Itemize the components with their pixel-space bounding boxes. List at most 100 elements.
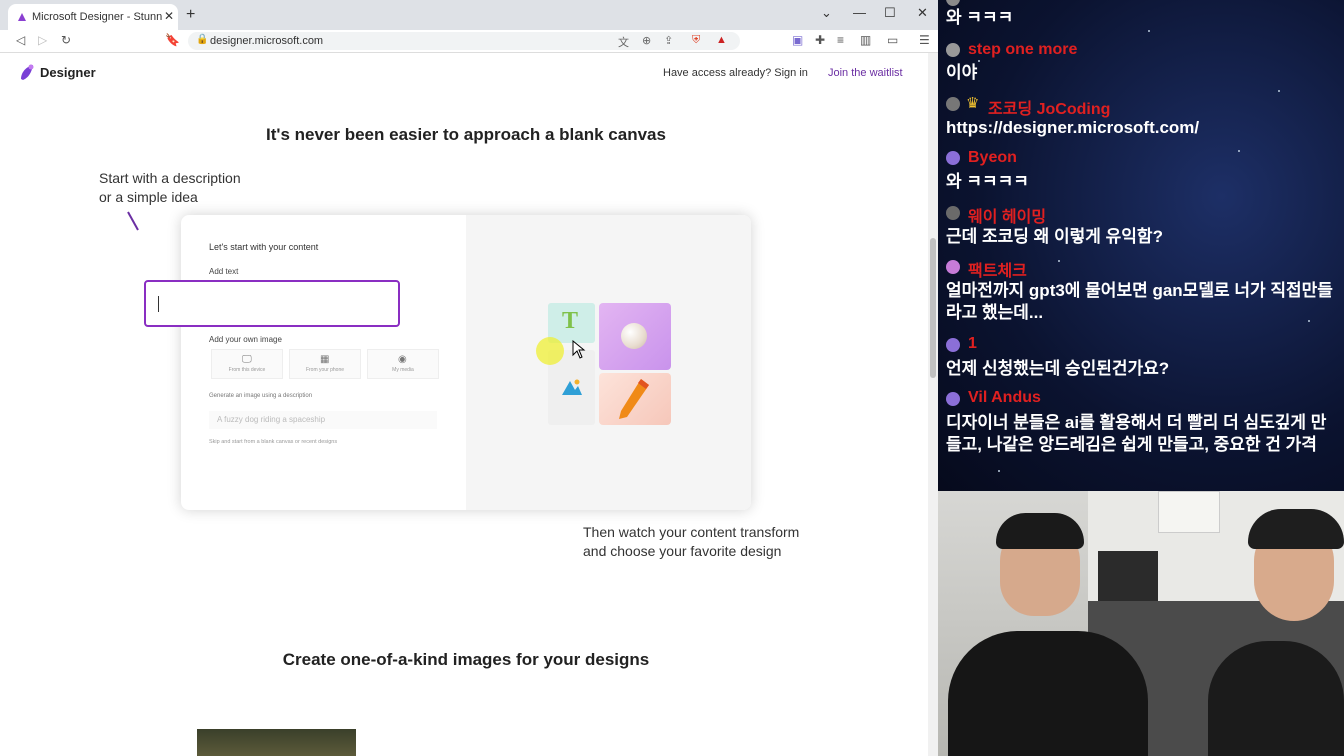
zoom-icon[interactable]: ⊕	[642, 34, 651, 47]
mouse-pointer-icon	[572, 340, 586, 359]
avatar	[946, 97, 960, 111]
add-text-input[interactable]	[144, 280, 400, 327]
window	[1158, 491, 1220, 533]
transform-text: Then watch your content transform and ch…	[583, 523, 799, 561]
crown-icon: ♛	[966, 95, 980, 112]
extensions-puzzle-icon[interactable]: ✚	[815, 33, 825, 47]
chat-username: 팩트체크	[968, 263, 1027, 280]
designer-logo-icon	[21, 64, 34, 80]
bookmark-icon[interactable]: 🔖	[165, 33, 180, 47]
avatar	[946, 260, 960, 274]
tab-close-icon[interactable]: ✕	[164, 9, 174, 23]
sphere-icon	[621, 323, 647, 349]
sidebar-icon[interactable]: ▥	[860, 33, 871, 47]
chat-message: 이야	[946, 63, 978, 82]
description-line-2: or a simple idea	[99, 189, 198, 205]
wallet-icon[interactable]: ▭	[887, 33, 898, 47]
chat-username: Vil Andus	[968, 389, 1041, 406]
chat-message: 와 ㅋㅋㅋ	[946, 8, 1014, 27]
extension-icon[interactable]: ▣	[792, 33, 803, 47]
arrow-stroke-icon	[127, 211, 139, 231]
chat-message: 언제 신청했는데 승인된건가요?	[946, 359, 1170, 378]
designer-favicon-icon	[18, 13, 26, 21]
chat-message: 근데 조코딩 왜 이렇게 유익함?	[946, 227, 1163, 246]
card-title: Let's start with your content	[209, 242, 319, 252]
chat-message: 얼마전까지 gpt3에 물어보면 gan모델로 너가 직접만들라고 했는데...	[946, 281, 1333, 322]
tab-search-icon[interactable]: ⌄	[821, 5, 832, 21]
forward-icon[interactable]: ▷	[38, 33, 47, 47]
sample-image	[197, 729, 356, 756]
from-device-option[interactable]: 🖵 From this device	[211, 349, 283, 379]
translate-icon[interactable]: 文	[618, 34, 629, 50]
person-right-body	[1208, 641, 1344, 756]
option-label: From this device	[228, 367, 266, 373]
chat-username: 1	[968, 335, 977, 352]
back-icon[interactable]: ◁	[16, 33, 25, 47]
web-page: Designer Have access already? Sign in Jo…	[0, 53, 928, 756]
add-image-label: Add your own image	[209, 335, 282, 344]
reading-list-icon[interactable]: ≡	[837, 33, 844, 47]
description-text: Start with a description or a simple ide…	[99, 169, 241, 207]
generate-label: Generate an image using a description	[209, 393, 313, 399]
stream-chat: 와 ㅋㅋㅋ step one more 이야 ♛ 조코딩 JoCoding ht…	[938, 0, 1344, 491]
maximize-icon[interactable]: ☐	[884, 5, 896, 21]
brand-name: Designer	[40, 65, 96, 80]
brave-shield-icon[interactable]: ⛨	[692, 34, 700, 47]
join-waitlist-link[interactable]: Join the waitlist	[828, 67, 903, 79]
browser-tab[interactable]: Microsoft Designer - Stunning designs ✕	[8, 4, 178, 30]
avatar	[946, 338, 960, 352]
person-left-body	[948, 631, 1148, 756]
transform-line-2: and choose your favorite design	[583, 543, 782, 559]
text-caret	[158, 296, 159, 312]
section-heading: It's never been easier to approach a bla…	[266, 125, 666, 144]
from-phone-option[interactable]: ▦ From your phone	[289, 349, 361, 379]
browser-toolbar: ◁ ▷ ↻ 🔖 🔒 designer.microsoft.com 文 ⊕ ⇪ ⛨…	[0, 30, 938, 53]
option-label: My media	[392, 367, 414, 373]
avatar	[946, 392, 960, 406]
option-label: From your phone	[305, 367, 345, 373]
avatar	[946, 206, 960, 220]
sign-in-link[interactable]: Have access already? Sign in	[663, 67, 808, 79]
scrollbar[interactable]	[928, 53, 938, 756]
chat-message: 와 ㅋㅋㅋㅋ	[946, 172, 1029, 191]
tab-title: Microsoft Designer - Stunning designs	[32, 11, 162, 23]
url-text: designer.microsoft.com	[210, 35, 324, 47]
chat-username: Byeon	[968, 149, 1017, 166]
my-media-option[interactable]: ◉ My media	[367, 349, 439, 379]
chat-username: step one more	[968, 41, 1078, 58]
chat-message: https://designer.microsoft.com/	[946, 118, 1200, 137]
demo-card: Let's start with your content Add text A…	[181, 215, 751, 510]
scrollbar-thumb[interactable]	[930, 238, 936, 378]
skip-text[interactable]: Skip and start from a blank canvas or re…	[209, 439, 337, 445]
monitor-icon: 🖵	[242, 354, 252, 365]
reload-icon[interactable]: ↻	[61, 33, 71, 47]
pencil-icon	[619, 379, 649, 419]
generate-image-input[interactable]: A fuzzy dog riding a spaceship	[209, 411, 437, 429]
person-left-hair	[996, 513, 1084, 549]
add-text-label: Add text	[209, 267, 239, 276]
address-bar[interactable]: 🔒 designer.microsoft.com 文 ⊕ ⇪ ⛨ ▲	[188, 32, 740, 50]
avatar	[946, 43, 960, 57]
minimize-icon[interactable]: —	[853, 5, 866, 20]
chat-username: 조코딩 JoCoding	[988, 101, 1111, 118]
menu-icon[interactable]: ☰	[919, 33, 930, 47]
sphere-tile	[599, 303, 671, 370]
browser-window: Microsoft Designer - Stunning designs ✕ …	[0, 0, 938, 756]
media-icon: ◉	[398, 354, 407, 365]
chat-message: 디자이너 분들은 ai를 활용해서 더 빨리 더 심도깊게 만들고, 나같은 앙…	[946, 413, 1327, 454]
share-icon[interactable]: ⇪	[664, 34, 673, 47]
transform-line-1: Then watch your content transform	[583, 524, 800, 540]
brave-rewards-icon[interactable]: ▲	[716, 34, 727, 46]
cursor-highlight	[536, 337, 564, 365]
text-t-icon: T	[562, 308, 579, 334]
description-line-1: Start with a description	[99, 170, 241, 186]
window-close-icon[interactable]: ✕	[917, 5, 928, 21]
avatar	[946, 0, 960, 6]
section-heading-2: Create one-of-a-kind images for your des…	[282, 650, 650, 669]
person-right-hair	[1248, 509, 1344, 549]
pencil-tile	[599, 373, 671, 425]
picture-icon	[562, 379, 582, 395]
lock-icon: 🔒	[196, 34, 209, 45]
new-tab-icon[interactable]: +	[186, 6, 195, 24]
generate-placeholder: A fuzzy dog riding a spaceship	[217, 415, 326, 424]
